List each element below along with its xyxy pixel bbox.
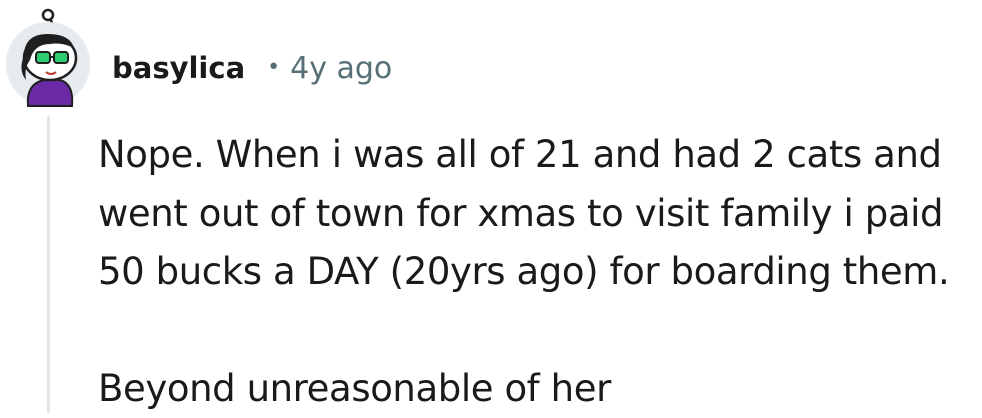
snoo-avatar-icon	[4, 8, 96, 108]
comment-body: Nope. When i was all of 21 and had 2 cat…	[98, 126, 968, 418]
comment-paragraph: Beyond unreasonable of her	[98, 360, 968, 418]
thread-line[interactable]	[47, 116, 50, 413]
username-link[interactable]: basylica	[112, 51, 245, 85]
meta-separator: •	[267, 57, 280, 79]
comment-paragraph: Nope. When i was all of 21 and had 2 cat…	[98, 126, 968, 302]
timestamp[interactable]: 4y ago	[290, 51, 392, 86]
user-avatar[interactable]	[4, 8, 96, 108]
comment: basylica • 4y ago Nope. When i was all o…	[0, 0, 982, 413]
comment-meta: basylica • 4y ago	[112, 46, 392, 90]
